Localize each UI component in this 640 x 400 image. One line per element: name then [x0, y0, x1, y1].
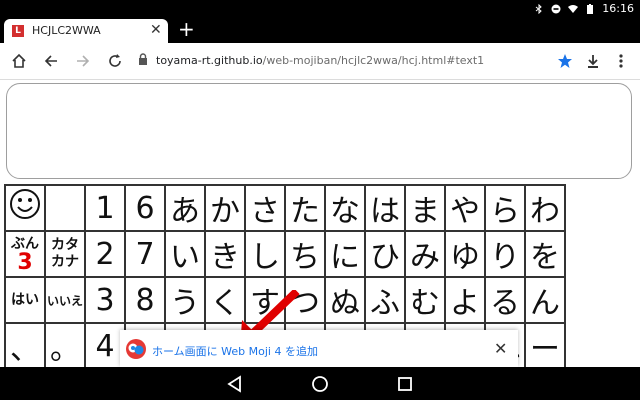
more-menu-icon[interactable]: [610, 50, 632, 72]
banner-text: ホーム画面に Web Moji 4 を追加: [152, 345, 318, 358]
key-ni[interactable]: に: [324, 230, 366, 278]
smiley-icon: [10, 189, 40, 219]
add-to-home-banner[interactable]: ホーム画面に Web Moji 4 を追加 ✕: [120, 330, 518, 367]
key-comma[interactable]: 、: [4, 322, 46, 370]
download-icon[interactable]: [582, 50, 604, 72]
key-ki[interactable]: き: [204, 230, 246, 278]
address-bar[interactable]: toyama-rt.github.io/web-mojiban/hcjlc2ww…: [130, 49, 620, 73]
key-chi[interactable]: ち: [284, 230, 326, 278]
blank-key[interactable]: [44, 184, 86, 232]
key-ya[interactable]: や: [444, 184, 486, 232]
banner-close-icon[interactable]: ✕: [494, 339, 507, 358]
katakana-key[interactable]: カタカナ: [44, 230, 86, 278]
status-time: 16:16: [602, 2, 634, 15]
key-wo[interactable]: を: [524, 230, 566, 278]
key-ru[interactable]: る: [484, 276, 526, 324]
forward-icon[interactable]: [72, 50, 94, 72]
do-not-disturb-icon: [551, 4, 561, 13]
key-ra[interactable]: ら: [484, 184, 526, 232]
key-nu[interactable]: ぬ: [324, 276, 366, 324]
bun-number: 3: [17, 249, 33, 275]
text-input-area[interactable]: [6, 83, 632, 179]
recents-square-icon[interactable]: [396, 375, 414, 393]
key-7[interactable]: 7: [124, 230, 166, 278]
board-row: 1 6 あ か さ た な は ま や ら わ: [4, 184, 566, 232]
no-key[interactable]: いいえ: [44, 276, 86, 324]
key-3[interactable]: 3: [84, 276, 126, 324]
key-ri[interactable]: り: [484, 230, 526, 278]
bun-key[interactable]: ぶん 3: [4, 230, 46, 278]
key-fu[interactable]: ふ: [364, 276, 406, 324]
board-row: ぶん 3 カタカナ 2 7 い き し ち に ひ み ゆ り を: [4, 230, 566, 278]
key-a[interactable]: あ: [164, 184, 206, 232]
home-circle-icon[interactable]: [311, 375, 329, 393]
status-bar: 16:16: [0, 0, 640, 17]
key-shi[interactable]: し: [244, 230, 286, 278]
key-ha[interactable]: は: [364, 184, 406, 232]
battery-icon: [587, 3, 594, 14]
favicon-icon: L: [12, 25, 24, 37]
key-long-vowel[interactable]: ー: [524, 322, 566, 370]
url-path: /web-mojiban/hcjlc2wwa/hcj.html#text1: [262, 54, 485, 67]
tab-strip: L HCJLC2WWA ✕ +: [0, 17, 640, 43]
key-4[interactable]: 4: [84, 322, 126, 370]
key-period[interactable]: 。: [44, 322, 86, 370]
bookmark-star-icon[interactable]: [554, 50, 576, 72]
app-icon: [126, 339, 146, 359]
key-8[interactable]: 8: [124, 276, 166, 324]
key-ta[interactable]: た: [284, 184, 326, 232]
wifi-icon: [568, 4, 579, 13]
browser-toolbar: toyama-rt.github.io/web-mojiban/hcjlc2ww…: [0, 43, 640, 80]
key-n[interactable]: ん: [524, 276, 566, 324]
key-yo[interactable]: よ: [444, 276, 486, 324]
back-triangle-icon[interactable]: [226, 375, 244, 393]
smiley-key[interactable]: [4, 184, 46, 232]
key-sa[interactable]: さ: [244, 184, 286, 232]
key-i[interactable]: い: [164, 230, 206, 278]
reload-icon[interactable]: [104, 50, 126, 72]
browser-tab[interactable]: L HCJLC2WWA ✕: [4, 19, 168, 43]
home-icon[interactable]: [8, 50, 30, 72]
yes-key[interactable]: はい: [4, 276, 46, 324]
tab-close-icon[interactable]: ✕: [150, 22, 162, 38]
key-yu[interactable]: ゆ: [444, 230, 486, 278]
key-ka[interactable]: か: [204, 184, 246, 232]
key-6[interactable]: 6: [124, 184, 166, 232]
key-na[interactable]: な: [324, 184, 366, 232]
lock-icon: [139, 53, 147, 65]
url-host: toyama-rt.github.io: [156, 54, 263, 67]
key-ma[interactable]: ま: [404, 184, 446, 232]
bluetooth-icon: [535, 3, 543, 14]
key-mu[interactable]: む: [404, 276, 446, 324]
back-icon[interactable]: [40, 50, 62, 72]
key-u[interactable]: う: [164, 276, 206, 324]
system-nav-bar: [0, 367, 640, 400]
new-tab-button[interactable]: +: [178, 18, 195, 40]
url-text: toyama-rt.github.io/web-mojiban/hcjlc2ww…: [156, 54, 484, 67]
tab-title: HCJLC2WWA: [32, 24, 101, 37]
key-2[interactable]: 2: [84, 230, 126, 278]
key-wa[interactable]: わ: [524, 184, 566, 232]
key-1[interactable]: 1: [84, 184, 126, 232]
key-mi[interactable]: み: [404, 230, 446, 278]
key-hi[interactable]: ひ: [364, 230, 406, 278]
